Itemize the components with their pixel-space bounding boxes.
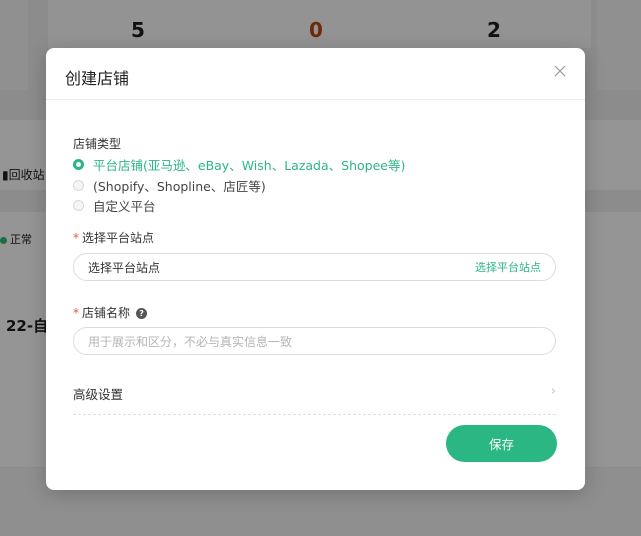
trash-icon: ▮ <box>2 168 9 182</box>
advanced-settings-row[interactable]: 高级设置 › <box>73 384 556 403</box>
store-type-label: 店铺类型 <box>73 137 122 151</box>
site-select-value: 选择平台站点 <box>88 260 161 275</box>
bg-card <box>0 0 28 90</box>
required-mark: * <box>73 231 79 245</box>
bg-card <box>597 0 641 90</box>
advanced-settings-label: 高级设置 <box>73 387 124 402</box>
radio-label: 平台店铺(亚马逊、eBay、Wish、Lazada、Shopee等) <box>93 158 406 173</box>
save-button[interactable]: 保存 <box>446 425 557 462</box>
select-site-link[interactable]: 选择平台站点 <box>475 259 541 275</box>
required-mark: * <box>73 306 79 320</box>
modal-header: 创建店铺 <box>46 48 585 100</box>
divider <box>73 414 556 415</box>
stat-value: 5 <box>131 18 145 42</box>
radio-label: (Shopify、Shopline、店匠等) <box>93 179 266 194</box>
radio-custom-platform[interactable]: 自定义平台 <box>73 196 156 215</box>
modal-title: 创建店铺 <box>65 69 130 88</box>
close-icon[interactable] <box>551 63 569 81</box>
create-store-modal: 创建店铺 店铺类型 平台店铺(亚马逊、eBay、Wish、Lazada、Shop… <box>46 48 585 490</box>
recycle-link: ▮回收站 <box>2 168 45 182</box>
help-icon[interactable]: ? <box>136 308 148 319</box>
store-name-input[interactable]: 用于展示和区分，不必与真实信息一致 <box>73 327 556 355</box>
radio-platform-store[interactable]: 平台店铺(亚马逊、eBay、Wish、Lazada、Shopee等) <box>73 155 405 174</box>
stat-value: 2 <box>487 18 501 42</box>
status-badge: 正常 <box>0 231 32 247</box>
status-dot-icon <box>0 236 7 244</box>
radio-independent-store[interactable]: (Shopify、Shopline、店匠等) <box>73 176 266 195</box>
site-field-label: * 选择平台站点 <box>73 231 155 245</box>
chevron-right-icon: › <box>550 384 556 399</box>
radio-checked-icon[interactable] <box>73 159 84 170</box>
site-select[interactable]: 选择平台站点 选择平台站点 <box>73 253 556 281</box>
store-name-label: * 店铺名称? <box>73 304 148 321</box>
store-name-partial: 22-自 <box>6 317 49 335</box>
close-icon <box>554 65 566 77</box>
radio-label: 自定义平台 <box>93 199 156 214</box>
store-name-placeholder: 用于展示和区分，不必与真实信息一致 <box>88 334 293 349</box>
radio-unchecked-icon[interactable] <box>73 180 84 191</box>
stat-value: 0 <box>309 18 323 42</box>
radio-unchecked-icon[interactable] <box>73 200 84 211</box>
